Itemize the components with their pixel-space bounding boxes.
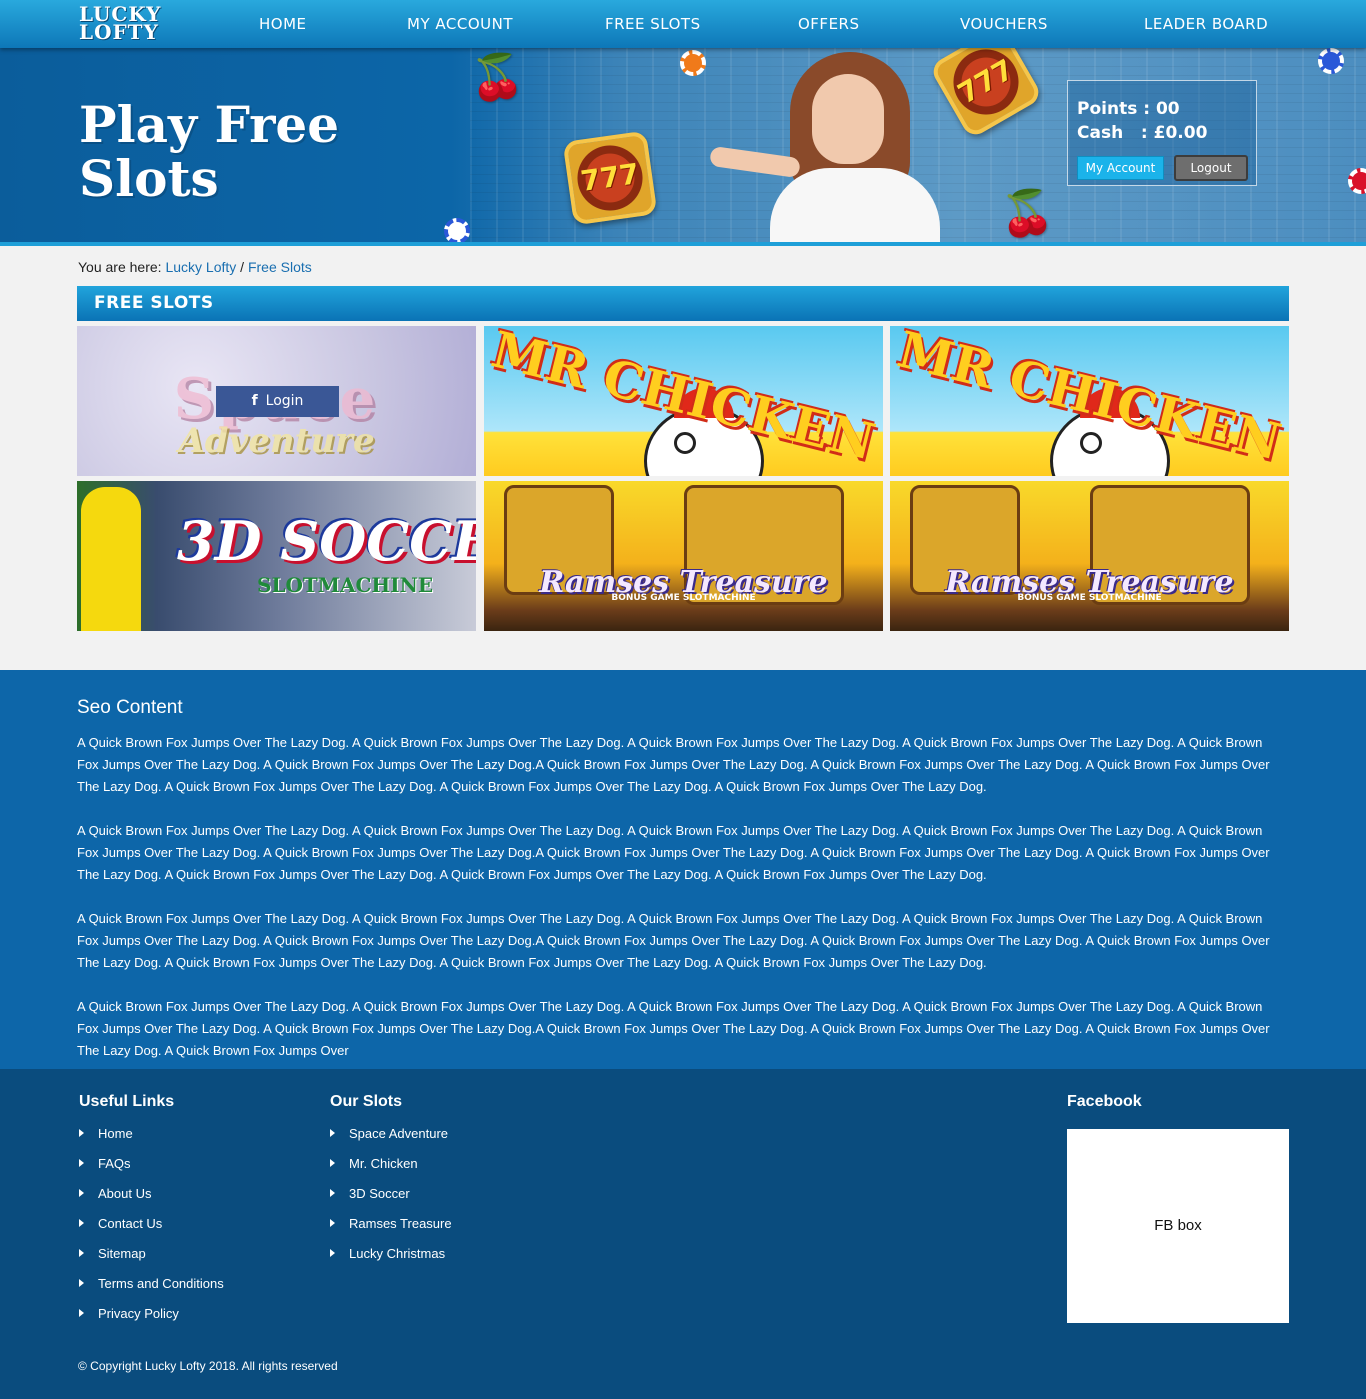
footer-link-label: Contact Us [98, 1216, 163, 1231]
footer-slot-space-adventure[interactable]: Space Adventure [330, 1126, 448, 1141]
footer-link-contact-us[interactable]: Contact Us [79, 1216, 162, 1231]
arrow-right-icon [79, 1279, 84, 1287]
site-logo[interactable]: LUCKY LOFTY [79, 4, 169, 44]
footer-link-label: Privacy Policy [98, 1306, 179, 1321]
breadcrumb: You are here: Lucky Lofty / Free Slots [78, 259, 312, 275]
arrow-right-icon [330, 1249, 335, 1257]
footer-link-label: Terms and Conditions [98, 1276, 224, 1291]
footer-link-label: FAQs [98, 1156, 131, 1171]
facebook-heading: Facebook [1067, 1093, 1142, 1110]
shirt [770, 168, 940, 246]
breadcrumb-prefix: You are here: [78, 259, 166, 275]
slot-tile-mr-chicken[interactable]: MR CHICKEN [890, 326, 1289, 476]
cherry-icon: 🍒 [1000, 189, 1055, 238]
arrow-right-icon [79, 1219, 84, 1227]
tile-subtitle: BONUS GAME SLOTMACHINE [1017, 593, 1162, 603]
breadcrumb-current-link[interactable]: Free Slots [248, 259, 312, 275]
footer-link-about-us[interactable]: About Us [79, 1186, 151, 1201]
slot-tile-mr-chicken[interactable]: MR CHICKEN [484, 326, 883, 476]
free-slots-header: FREE SLOTS [77, 286, 1289, 321]
footer-link-label: Mr. Chicken [349, 1156, 418, 1171]
arrow-right-icon [330, 1189, 335, 1197]
chicken-eye [674, 432, 696, 454]
top-navigation-bar: LUCKY LOFTY HOME MY ACCOUNT FREE SLOTS O… [0, 0, 1366, 48]
copyright-text: © Copyright Lucky Lofty 2018. All rights… [78, 1359, 338, 1373]
footer-link-privacy[interactable]: Privacy Policy [79, 1306, 179, 1321]
tile-subtitle: BONUS GAME SLOTMACHINE [611, 593, 756, 603]
seo-paragraph: A Quick Brown Fox Jumps Over The Lazy Do… [77, 823, 1270, 882]
slot-tile-3d-soccer[interactable]: 3D SOCCER SLOTMACHINE [77, 481, 476, 631]
arrow-right-icon [330, 1219, 335, 1227]
soccer-player [81, 487, 141, 631]
arrow-right-icon [79, 1309, 84, 1317]
casino-chip-icon [1318, 48, 1344, 74]
footer-link-label: Home [98, 1126, 133, 1141]
cash-display: Cash : £0.00 [1077, 123, 1208, 143]
footer-slot-3d-soccer[interactable]: 3D Soccer [330, 1186, 410, 1201]
hero-title: Play Free Slots [79, 98, 409, 206]
casino-chip-icon [680, 50, 706, 76]
chicken-eye [1080, 432, 1102, 454]
our-slots-heading: Our Slots [330, 1093, 403, 1110]
arrow-right-icon [79, 1189, 84, 1197]
footer-link-faqs[interactable]: FAQs [79, 1156, 131, 1171]
my-account-button[interactable]: My Account [1077, 156, 1164, 180]
breadcrumb-home-link[interactable]: Lucky Lofty [165, 259, 236, 275]
arrow-right-icon [79, 1159, 84, 1167]
slot-777-icon: 777 [562, 130, 658, 226]
logout-button[interactable]: Logout [1174, 155, 1248, 181]
nav-offers[interactable]: OFFERS [798, 15, 859, 37]
seo-heading: Seo Content [77, 697, 183, 718]
site-footer: Useful Links Home FAQs About Us Contact … [0, 1069, 1366, 1399]
seo-paragraph: A Quick Brown Fox Jumps Over The Lazy Do… [77, 999, 1270, 1058]
arrow-right-icon [330, 1159, 335, 1167]
seo-paragraph: A Quick Brown Fox Jumps Over The Lazy Do… [77, 911, 1270, 970]
cherry-icon: 🍒 [470, 53, 525, 102]
seo-paragraph: A Quick Brown Fox Jumps Over The Lazy Do… [77, 735, 1270, 794]
nav-vouchers[interactable]: VOUCHERS [960, 15, 1048, 37]
nav-free-slots[interactable]: FREE SLOTS [605, 15, 701, 37]
footer-slot-mr-chicken[interactable]: Mr. Chicken [330, 1156, 418, 1171]
footer-link-terms[interactable]: Terms and Conditions [79, 1276, 224, 1291]
slot-tile-space-adventure[interactable]: Space Adventure fLogin [77, 326, 476, 476]
facebook-login-button[interactable]: f Login [216, 386, 339, 417]
tile-title: 3D SOCCER [177, 509, 476, 573]
facebook-icon: f [251, 393, 258, 409]
footer-link-label: Lucky Christmas [349, 1246, 446, 1261]
logo-line-2: LOFTY [79, 20, 159, 44]
footer-link-label: Ramses Treasure [349, 1216, 452, 1231]
hero-woman-pointing [709, 52, 940, 246]
nav-my-account[interactable]: MY ACCOUNT [407, 15, 513, 37]
nav-leader-board[interactable]: LEADER BOARD [1144, 15, 1268, 37]
footer-link-label: Space Adventure [349, 1126, 449, 1141]
slot-tile-ramses-treasure[interactable]: Ramses Treasure BONUS GAME SLOTMACHINE [484, 481, 883, 631]
login-label: Login [265, 393, 304, 409]
arrow-right-icon [79, 1129, 84, 1137]
points-display: Points : 00 [1077, 99, 1180, 119]
tile-subtitle: Adventure [178, 421, 375, 461]
seo-section: Seo Content A Quick Brown Fox Jumps Over… [0, 670, 1366, 1069]
tile-subtitle: SLOTMACHINE [257, 573, 434, 597]
slot-tile-ramses-treasure[interactable]: Ramses Treasure BONUS GAME SLOTMACHINE [890, 481, 1289, 631]
free-slots-heading: FREE SLOTS [94, 293, 214, 313]
footer-link-sitemap[interactable]: Sitemap [79, 1246, 146, 1261]
footer-link-home[interactable]: Home [79, 1126, 133, 1141]
footer-link-label: Sitemap [98, 1246, 146, 1261]
face [812, 74, 884, 164]
useful-links-heading: Useful Links [79, 1093, 175, 1110]
arrow-right-icon [79, 1249, 84, 1257]
breadcrumb-separator: / [236, 259, 248, 275]
facebook-widget-box[interactable]: FB box [1067, 1129, 1289, 1323]
hero-title-line-2: Slots [79, 149, 219, 208]
nav-home[interactable]: HOME [259, 15, 307, 37]
hero-title-line-1: Play Free [79, 95, 340, 154]
account-summary-box: Points : 00 Cash : £0.00 My Account Logo… [1067, 80, 1257, 186]
footer-slot-ramses-treasure[interactable]: Ramses Treasure [330, 1216, 452, 1231]
arrow-right-icon [330, 1129, 335, 1137]
footer-link-label: 3D Soccer [349, 1186, 410, 1201]
footer-link-label: About Us [98, 1186, 152, 1201]
footer-slot-lucky-christmas[interactable]: Lucky Christmas [330, 1246, 445, 1261]
casino-chip-icon [444, 218, 470, 244]
